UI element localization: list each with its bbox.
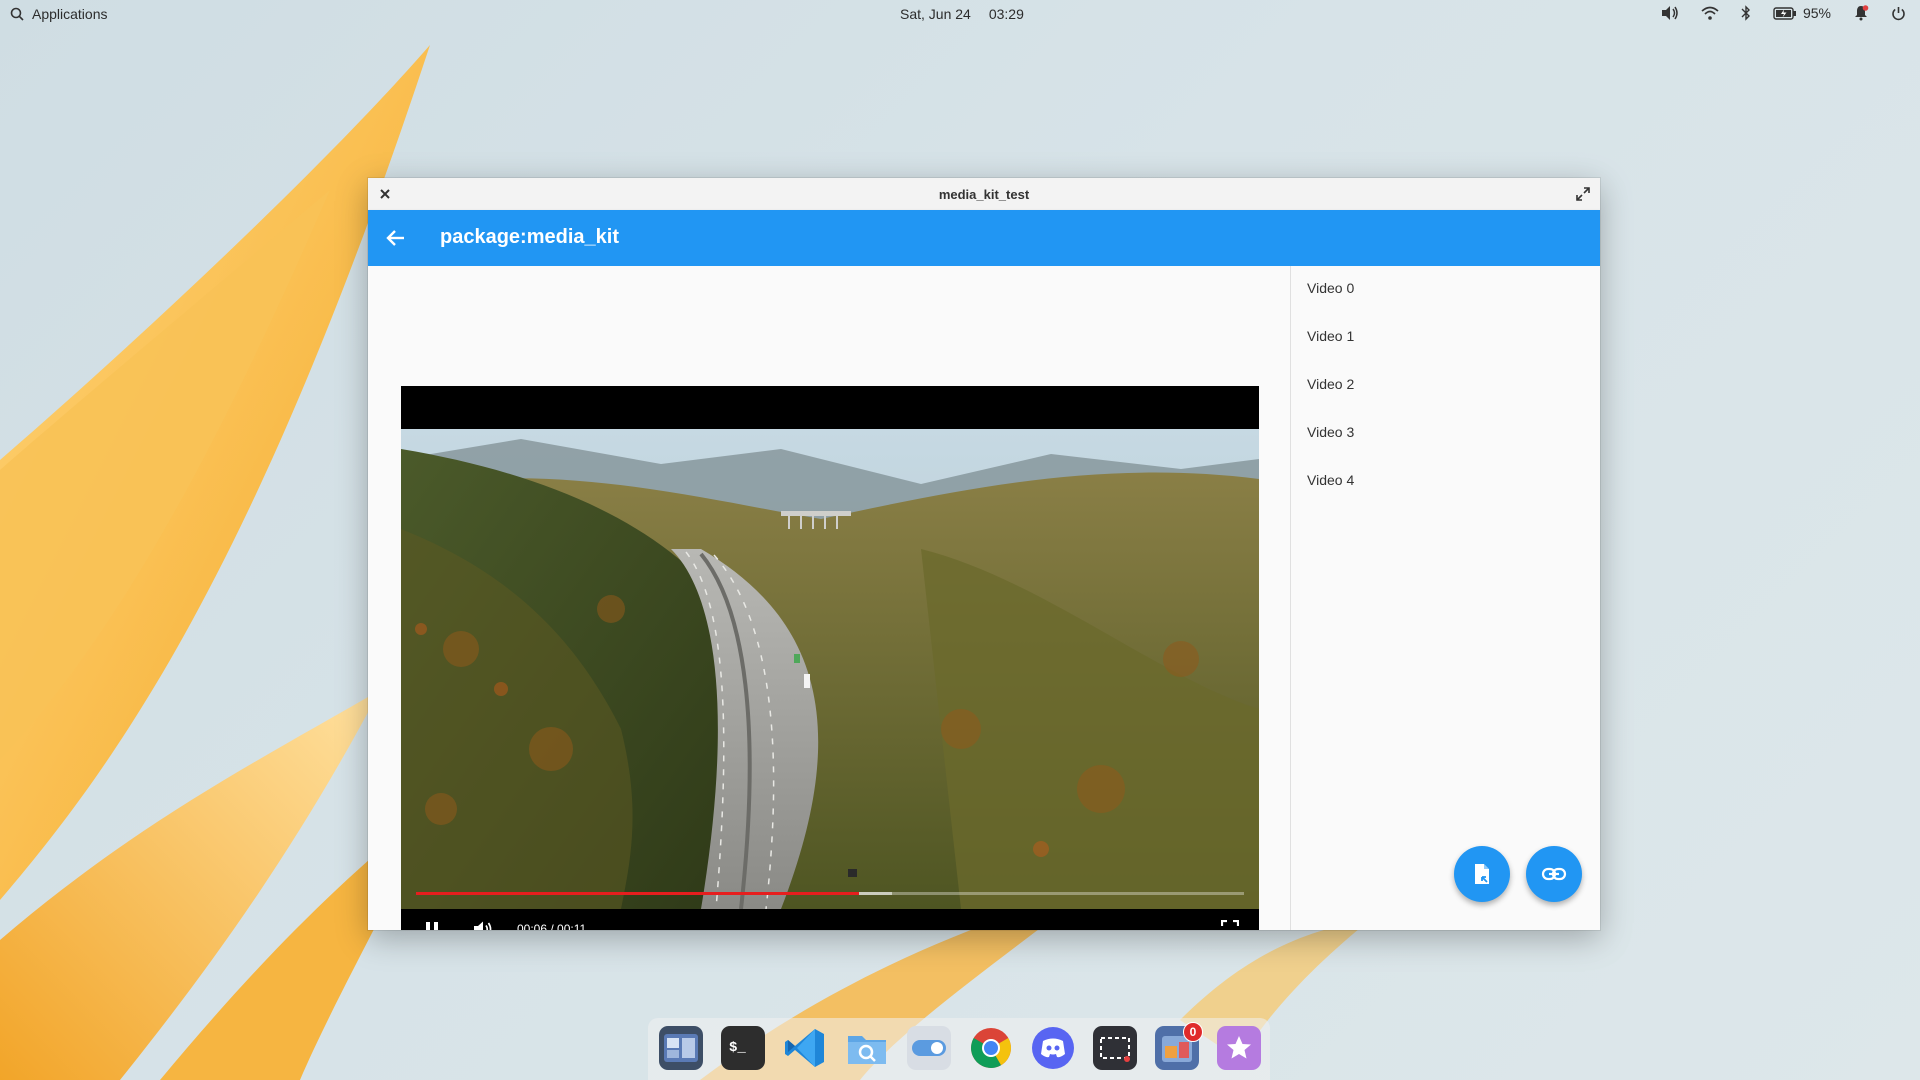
player-area: 00:06 / 00:11 <box>368 266 1290 930</box>
volume-button[interactable] <box>470 916 496 930</box>
favorites-star-icon <box>1227 1036 1251 1059</box>
date-label: Sat, Jun 24 <box>900 6 971 22</box>
dock-item-chrome[interactable] <box>969 1026 1013 1070</box>
pause-icon <box>426 922 438 930</box>
app-window: media_kit_test package:media_kit 00:06 /… <box>368 178 1600 930</box>
seek-bar[interactable] <box>416 892 1244 895</box>
notifications-indicator[interactable] <box>1853 5 1869 21</box>
fullscreen-icon <box>1221 920 1239 926</box>
playlist-item[interactable]: Video 3 <box>1307 412 1567 452</box>
vscode-icon <box>785 1029 824 1067</box>
dock-item-discord[interactable] <box>1031 1026 1075 1070</box>
screenshot-icon <box>1100 1037 1130 1062</box>
open-url-button[interactable] <box>1526 846 1582 902</box>
dock: $_ 0 <box>648 1018 1270 1080</box>
playlist-item[interactable]: Video 1 <box>1307 316 1567 356</box>
notification-bell-icon <box>1855 5 1869 21</box>
fullscreen-button[interactable] <box>1217 916 1243 930</box>
dock-item-screenshot[interactable] <box>1093 1026 1137 1070</box>
window-titlebar[interactable]: media_kit_test <box>368 178 1600 211</box>
app-bar: package:media_kit <box>368 210 1600 266</box>
playback-timecode: 00:06 / 00:11 <box>517 922 587 930</box>
video-frame[interactable] <box>401 429 1259 909</box>
datetime-indicator[interactable]: Sat, Jun 24 03:29 <box>900 6 1024 22</box>
dock-item-multitasking[interactable] <box>659 1026 703 1070</box>
multitasking-view-icon <box>664 1034 698 1062</box>
window-title: media_kit_test <box>938 187 1030 202</box>
discord-icon <box>1032 1027 1074 1069</box>
open-file-button[interactable] <box>1454 846 1510 902</box>
svg-text:$_: $_ <box>729 1040 746 1056</box>
bluetooth-icon <box>1741 5 1750 21</box>
chrome-icon <box>971 1028 1011 1068</box>
dock-item-appcenter[interactable]: 0 <box>1155 1022 1203 1070</box>
pause-button[interactable] <box>419 916 445 930</box>
system-settings-icon <box>912 1040 946 1056</box>
dock-item-vscode[interactable] <box>783 1026 827 1070</box>
dock-item-settings[interactable] <box>907 1026 951 1070</box>
video-player[interactable]: 00:06 / 00:11 <box>401 386 1259 930</box>
battery-charging-icon <box>1773 6 1796 20</box>
terminal-icon: $_ <box>729 1040 746 1056</box>
dock-item-favorites[interactable] <box>1217 1026 1261 1070</box>
playlist-item[interactable]: Video 2 <box>1307 364 1567 404</box>
power-indicator[interactable]: 95% <box>1773 5 1831 21</box>
battery-percent: 95% <box>1802 5 1831 21</box>
playlist-item[interactable]: Video 0 <box>1307 268 1567 308</box>
power-icon <box>1892 6 1905 20</box>
video-thumbnail-highway-landscape <box>401 429 1259 909</box>
arrow-back-icon <box>386 230 404 246</box>
dock-item-terminal[interactable]: $_ <box>721 1026 765 1070</box>
session-indicator[interactable] <box>1891 6 1906 21</box>
seek-progress <box>416 892 859 895</box>
file-open-icon <box>1475 864 1489 884</box>
bluetooth-indicator[interactable] <box>1741 5 1751 21</box>
link-icon <box>1541 867 1567 881</box>
time-label: 03:29 <box>988 6 1024 22</box>
dock-item-files[interactable] <box>845 1026 889 1070</box>
applications-menu[interactable]: Applications <box>10 6 108 22</box>
back-button[interactable] <box>382 224 410 252</box>
window-maximize-button[interactable] <box>1574 185 1592 203</box>
page-title: package:media_kit <box>440 226 619 248</box>
appcenter-badge: 0 <box>1183 1022 1203 1042</box>
network-indicator[interactable] <box>1701 6 1719 20</box>
files-search-icon <box>848 1036 886 1064</box>
playlist-item[interactable]: Video 4 <box>1307 460 1567 500</box>
maximize-icon <box>1576 187 1590 201</box>
applications-label: Applications <box>32 6 108 22</box>
volume-icon <box>1661 6 1678 20</box>
volume-up-icon <box>474 921 492 930</box>
top-panel: Applications Sat, Jun 24 03:29 95% <box>0 0 1920 30</box>
search-icon <box>10 7 24 21</box>
playlist-panel: Video 0 Video 1 Video 2 Video 3 Video 4 <box>1291 266 1600 930</box>
sound-indicator[interactable] <box>1661 5 1679 21</box>
wifi-icon <box>1701 6 1719 20</box>
